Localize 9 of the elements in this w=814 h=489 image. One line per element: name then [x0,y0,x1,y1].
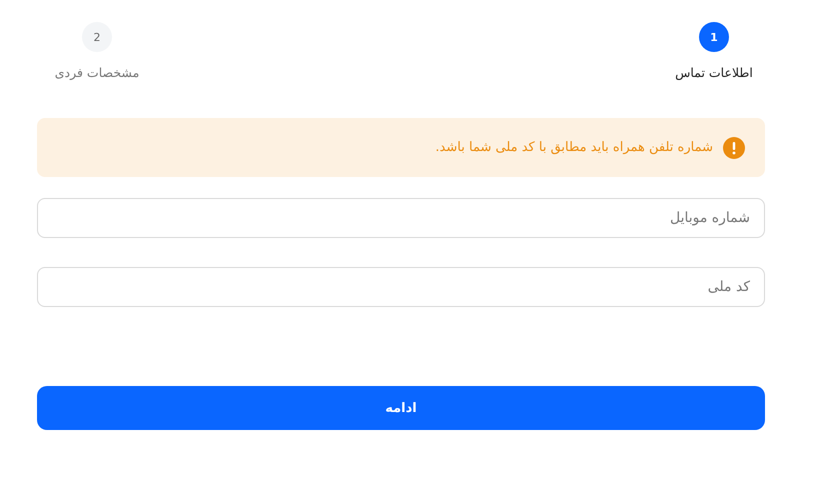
alert-message: شماره تلفن همراه باید مطابق با کد ملی شما باشد. [435,140,713,155]
warning-icon [723,136,745,158]
input-field[interactable]: کد ملی [37,267,765,307]
continue-button[interactable]: ادامه [37,386,765,430]
step-label: مشخصات فردی [54,65,140,80]
step-label: اطلاعات تماس [675,65,753,80]
step-number: 1 [699,22,729,52]
input-field[interactable]: شماره موبایل [37,198,765,238]
step-number: 2 [82,22,112,52]
